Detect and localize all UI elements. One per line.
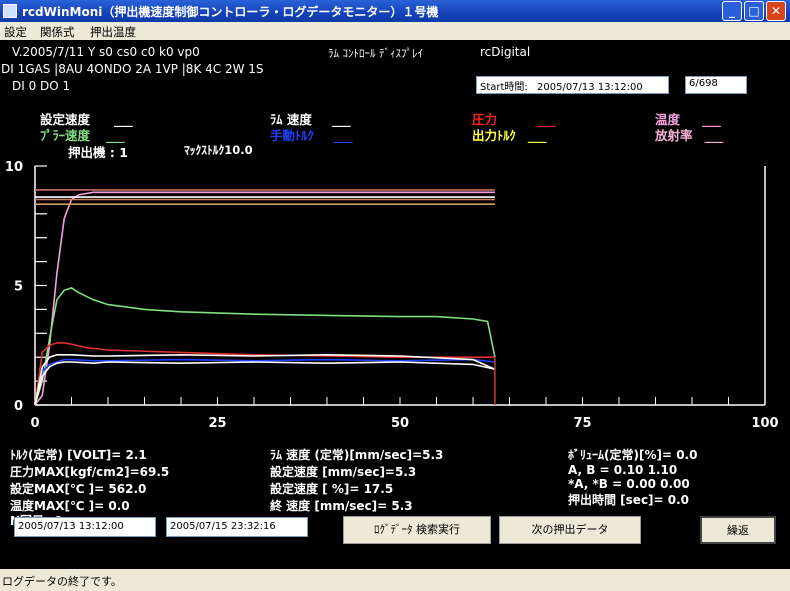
end-speed: 終 速度 [mm/sec]= 5.3 — [270, 499, 413, 513]
status-text: ログデータの終了です。 — [2, 575, 122, 588]
torque-steady: ﾄﾙｸ(定常) [VOLT]= 2.1 — [10, 448, 147, 462]
x-tick-label: 0 — [30, 416, 39, 431]
di-line: DI 1GAS |8AU 4ONDO 2A 1VP |8K 4C 2W 1S — [1, 62, 264, 76]
trend-chart: 05100 25 50 75 100 — [5, 160, 779, 431]
set-speed-pct: 設定速度 [ %]= 17.5 — [270, 482, 394, 496]
pressure-max: 圧力MAX[kgf/cm2]=69.5 — [10, 465, 170, 479]
page-counter: 6/698 — [685, 76, 747, 94]
app-icon — [3, 4, 17, 18]
minimize-button[interactable]: _ — [722, 1, 742, 21]
series-line-0 — [34, 191, 495, 406]
series-line-3 — [34, 358, 495, 406]
maximize-button[interactable]: □ — [744, 1, 764, 21]
next-extrusion-button[interactable]: 次の押出データ — [499, 516, 641, 544]
title-bar: rcdWinMoni（押出機速度制御コントローラ・ログデータモニター）１号機 _… — [0, 0, 790, 22]
setting-max: 設定MAX[℃ ]= 562.0 — [10, 482, 147, 496]
legend-output-torque: 出力ﾄﾙｸ ___ — [472, 128, 547, 143]
mode-label: rcDigital — [480, 45, 531, 59]
legend-emissivity: 放射率 ___ — [655, 128, 724, 143]
series-line-2 — [34, 342, 495, 406]
extrusion-time: 押出時間 [sec]= 0.0 — [568, 493, 690, 507]
x-tick-label: 100 — [751, 416, 778, 431]
stats-col-2: ﾗﾑ 速度 (定常)[mm/sec]=5.3 設定速度 [mm/sec]=5.3… — [270, 446, 443, 514]
date-from-input[interactable]: 2005/07/13 13:12:00 — [14, 517, 156, 537]
legend-manual-torque: 手動ﾄﾙｸ ___ — [270, 128, 353, 143]
coef-ab: A, B = 0.10 1.10 — [568, 463, 678, 477]
x-tick-label: 50 — [391, 416, 409, 431]
coef-star-ab: *A, *B = 0.00 0.00 — [568, 477, 690, 491]
ram-speed-steady: ﾗﾑ 速度 (定常)[mm/sec]=5.3 — [270, 448, 444, 462]
version-line: V.2005/7/11 Y s0 cs0 c0 k0 vp0 — [12, 45, 200, 59]
series-line-1 — [34, 287, 496, 406]
date-to-input[interactable]: 2005/07/15 23:32:16 — [166, 517, 308, 537]
menu-settings[interactable]: 設定 — [4, 24, 27, 40]
close-button[interactable]: ✕ — [766, 1, 786, 21]
menu-relations[interactable]: 関係式 — [40, 24, 75, 40]
menu-bar: 設定 関係式 押出温度 — [0, 22, 790, 40]
menu-extrusion-temp[interactable]: 押出温度 — [90, 24, 136, 40]
dido-line: DI 0 DO 1 — [12, 79, 71, 93]
stats-col-3: ﾎﾞﾘｭｰﾑ(定常)[%]= 0.0 A, B = 0.10 1.10 *A, … — [568, 446, 697, 508]
status-bar: ログデータの終了です。 — [0, 569, 790, 591]
repeat-button[interactable]: 繰返 — [700, 516, 776, 544]
y-tick-label: 0 — [14, 399, 23, 414]
start-time-label: Start時間: — [480, 82, 528, 93]
window-title: rcdWinMoni（押出機速度制御コントローラ・ログデータモニター）１号機 — [22, 5, 439, 19]
start-time-field: Start時間: 2005/07/13 13:12:00 — [476, 76, 669, 94]
y-tick-label: 10 — [5, 160, 23, 175]
series-line-4 — [34, 361, 496, 406]
search-logdata-button[interactable]: ﾛｸﾞﾃﾞｰﾀ 検索実行 — [343, 516, 491, 544]
x-tick-label: 25 — [208, 416, 226, 431]
start-time-value: 2005/07/13 13:12:00 — [537, 82, 643, 93]
y-tick-label: 5 — [14, 280, 23, 295]
x-tick-label: 75 — [573, 416, 591, 431]
display-label: ﾗﾑ ｺﾝﾄﾛｰﾙ ﾃﾞｨｽﾌﾟﾚｲ — [328, 47, 423, 60]
volume-steady: ﾎﾞﾘｭｰﾑ(定常)[%]= 0.0 — [568, 448, 698, 462]
set-speed-mm: 設定速度 [mm/sec]=5.3 — [270, 465, 417, 479]
